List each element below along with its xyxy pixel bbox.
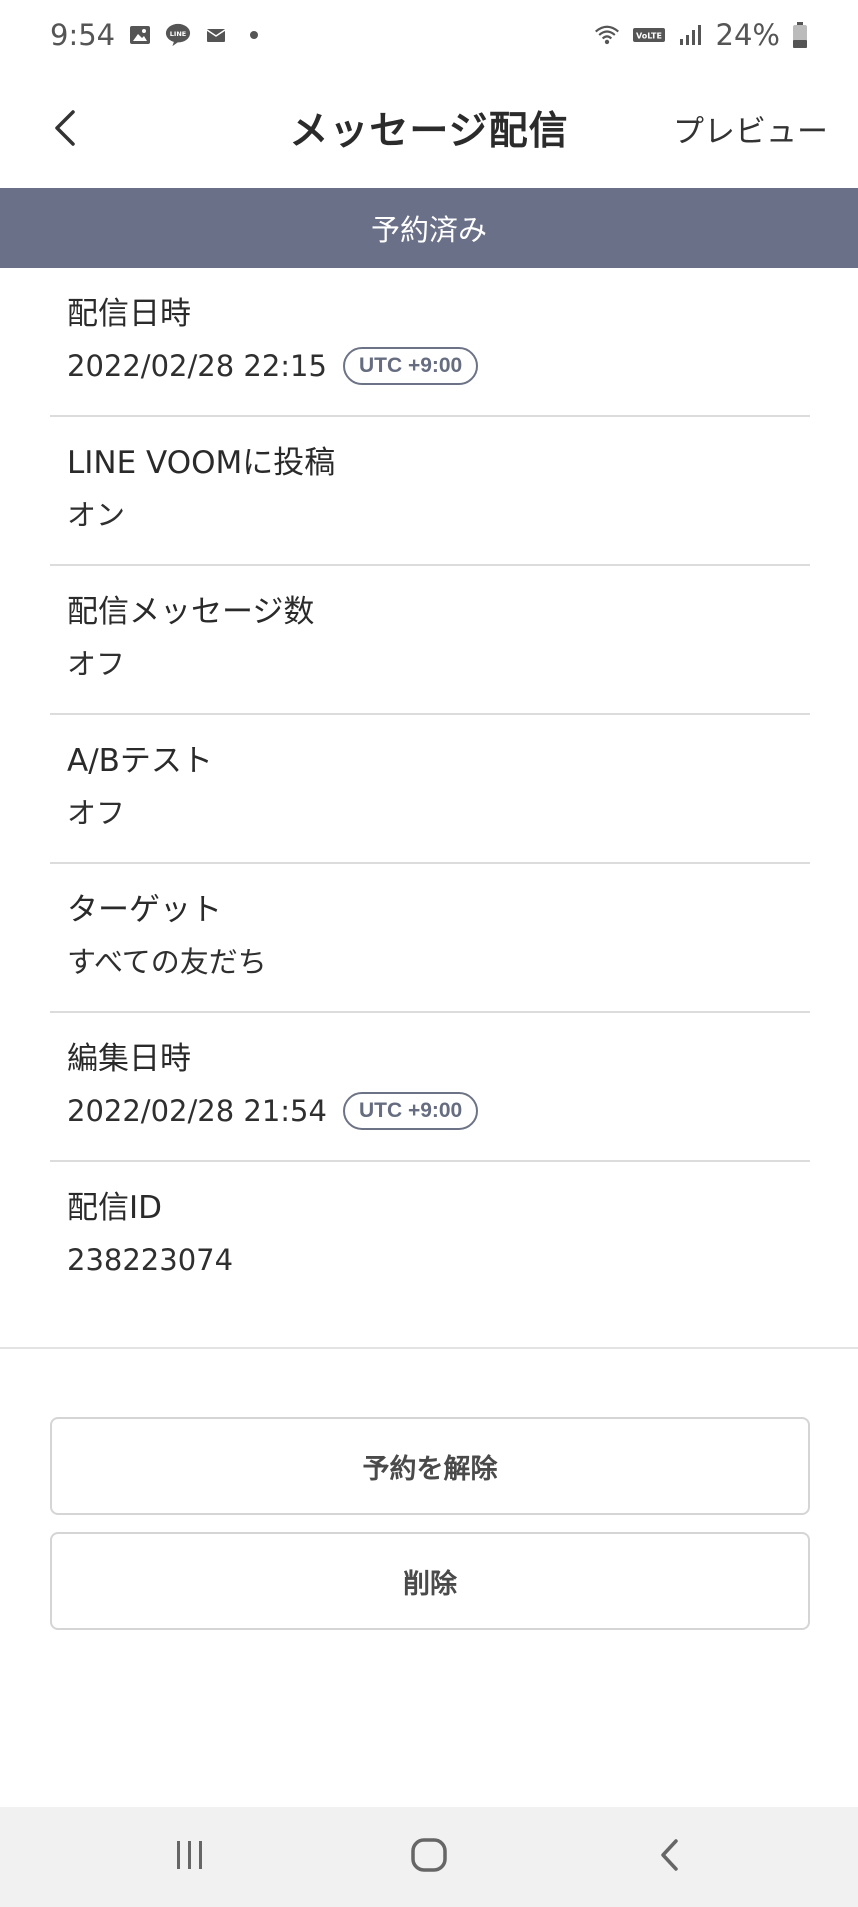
delete-button[interactable]: 削除 — [50, 1532, 810, 1630]
wifi-icon — [594, 22, 620, 48]
detail-row-delivery-id: 配信ID 238223074 — [50, 1162, 810, 1311]
detail-value: オフ — [67, 796, 126, 830]
image-icon — [127, 22, 153, 48]
detail-row-message-count: 配信メッセージ数 オフ — [50, 566, 810, 715]
detail-label: A/Bテスト — [67, 743, 213, 779]
status-left: 9:54 LINE — [50, 18, 267, 52]
status-right: VoLTE 24% — [594, 18, 808, 52]
detail-value: 2022/02/28 22:15 UTC +9:00 — [67, 346, 810, 386]
svg-text:VoLTE: VoLTE — [636, 32, 662, 41]
signal-icon — [678, 22, 704, 48]
detail-row-line-voom: LINE VOOMに投稿 オン — [50, 417, 810, 566]
detail-value: オン — [67, 498, 126, 532]
mail-icon — [203, 22, 229, 48]
detail-label: 編集日時 — [67, 1041, 191, 1077]
detail-label: LINE VOOMに投稿 — [67, 445, 336, 481]
preview-button[interactable]: プレビュー — [673, 106, 828, 151]
battery-percentage: 24% — [715, 18, 780, 52]
home-icon — [410, 1837, 448, 1877]
cancel-reservation-button[interactable]: 予約を解除 — [50, 1417, 810, 1515]
detail-list: 配信日時 2022/02/28 22:15 UTC +9:00 LINE VOO… — [50, 268, 810, 1311]
app-header: メッセージ配信 プレビュー — [0, 70, 858, 188]
battery-icon — [792, 22, 808, 48]
edit-datetime-value: 2022/02/28 21:54 — [67, 1094, 327, 1128]
detail-row-delivery-datetime: 配信日時 2022/02/28 22:15 UTC +9:00 — [50, 268, 810, 417]
svg-text:LINE: LINE — [170, 30, 186, 38]
detail-row-ab-test: A/Bテスト オフ — [50, 715, 810, 864]
back-icon — [657, 1837, 683, 1877]
system-navigation-bar — [0, 1807, 858, 1907]
volte-icon: VoLTE — [632, 22, 666, 48]
system-back-button[interactable] — [640, 1829, 700, 1885]
timezone-badge: UTC +9:00 — [342, 347, 479, 385]
detail-value: 2022/02/28 21:54 UTC +9:00 — [67, 1091, 810, 1131]
recent-apps-icon — [173, 1839, 207, 1875]
detail-value: 238223074 — [67, 1243, 234, 1277]
dot-icon — [241, 22, 267, 48]
detail-label: ターゲット — [67, 892, 222, 928]
timezone-badge: UTC +9:00 — [342, 1092, 479, 1130]
detail-label: 配信ID — [67, 1190, 163, 1226]
recent-apps-button[interactable] — [160, 1829, 220, 1885]
detail-label: 配信メッセージ数 — [67, 594, 315, 630]
line-app-icon: LINE — [165, 22, 191, 48]
detail-row-target: ターゲット すべての友だち — [50, 864, 810, 1013]
status-time: 9:54 — [50, 18, 116, 52]
delivery-datetime-value: 2022/02/28 22:15 — [67, 349, 327, 383]
detail-row-edit-datetime: 編集日時 2022/02/28 21:54 UTC +9:00 — [50, 1013, 810, 1162]
detail-value: オフ — [67, 647, 126, 681]
detail-label: 配信日時 — [67, 296, 191, 332]
section-divider — [0, 1347, 858, 1349]
home-button[interactable] — [399, 1829, 459, 1885]
detail-value: すべての友だち — [67, 945, 267, 979]
status-banner: 予約済み — [0, 188, 858, 268]
status-bar: 9:54 LINE VoLTE 24% — [0, 0, 858, 70]
